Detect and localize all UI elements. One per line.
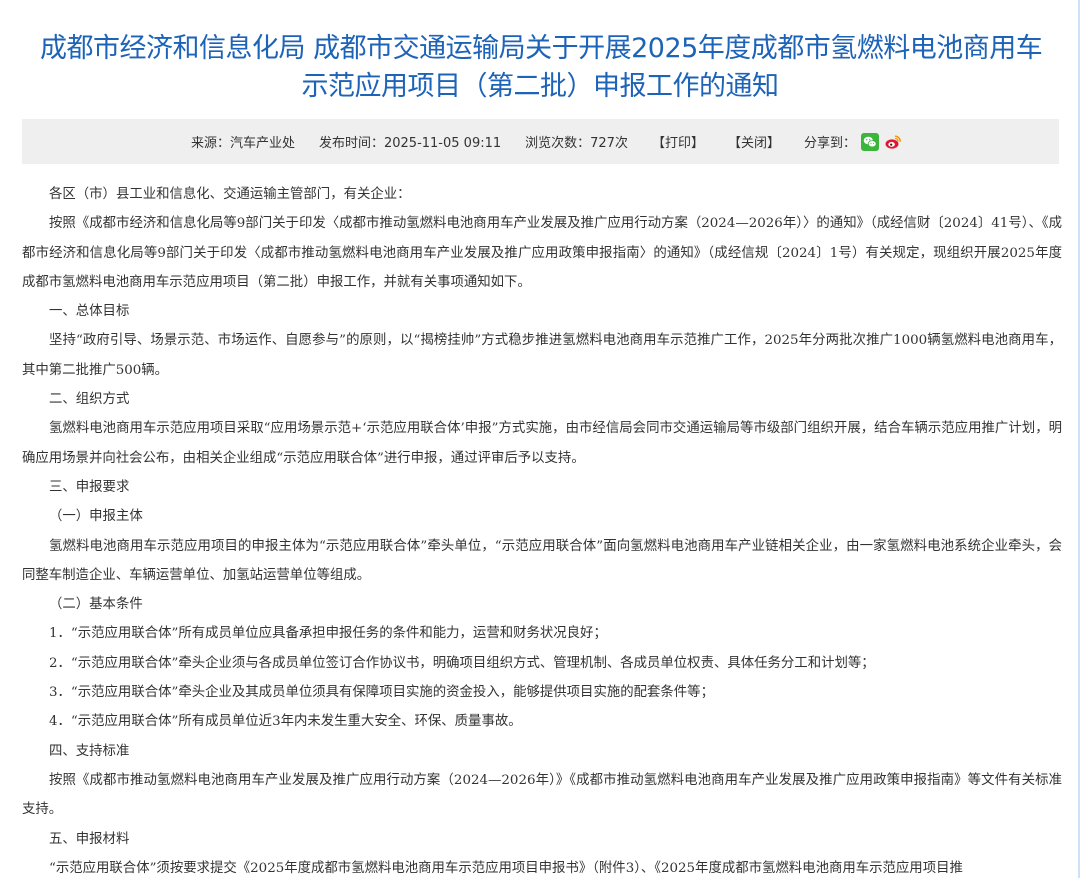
section-heading: 二、组织方式 bbox=[49, 392, 130, 408]
source-info: 来源：汽车产业处 bbox=[190, 136, 295, 151]
wechat-icon[interactable] bbox=[861, 132, 880, 151]
section-heading: 五、申报材料 bbox=[49, 831, 130, 847]
close-link[interactable]: 【关闭】 bbox=[728, 132, 780, 151]
paragraph: 各区（市）县工业和信息化、交通运输主管部门，有关企业： bbox=[49, 187, 411, 202]
list-item: 2．“示范应用联合体”牵头企业须与各成员单位签订合作协议书，明确项目组织方式、管… bbox=[49, 655, 875, 671]
title-line-2: 示范应用项目（第二批）申报工作的通知 bbox=[301, 71, 780, 102]
section-heading: 一、总体目标 bbox=[49, 304, 130, 320]
list-item: 3．“示范应用联合体”牵头企业及其成员单位须具有保障项目实施的资金投入，能够提供… bbox=[49, 685, 714, 701]
share-label: 分享到： bbox=[804, 136, 857, 151]
paragraph: 氢燃料电池商用车示范应用项目的申报主体为“示范应用联合体”牵头单位，“示范应用联… bbox=[22, 538, 1062, 583]
weibo-icon[interactable] bbox=[884, 133, 902, 151]
list-item: 4．“示范应用联合体”所有成员单位近3年内未发生重大安全、环保、质量事故。 bbox=[49, 714, 522, 730]
section-heading: 三、申报要求 bbox=[49, 479, 130, 495]
section-heading: 四、支持标准 bbox=[49, 743, 130, 759]
subsection-heading: （二）基本条件 bbox=[49, 597, 143, 613]
page-title: 成都市经济和信息化局 成都市交通运输局关于开展2025年度成都市氢燃料电池商用车… bbox=[0, 0, 1080, 106]
print-link[interactable]: 【打印】 bbox=[652, 132, 704, 151]
article-body: 各区（市）县工业和信息化、交通运输主管部门，有关企业： 按照《成都市经济和信息化… bbox=[22, 180, 1062, 883]
paragraph: “示范应用联合体”须按要求提交《2025年度成都市氢燃料电池商用车示范应用项目申… bbox=[49, 860, 963, 876]
paragraph: 氢燃料电池商用车示范应用项目采取“应用场景示范+‘示范应用联合体’申报”方式实施… bbox=[22, 421, 1062, 466]
view-count: 浏览次数：727次 bbox=[525, 136, 628, 151]
meta-bar: 来源：汽车产业处 发布时间：2025-11-05 09:11 浏览次数：727次… bbox=[22, 119, 1059, 164]
paragraph: 按照《成都市推动氢燃料电池商用车产业发展及推广应用行动方案（2024—2026年… bbox=[22, 772, 1062, 818]
subsection-heading: （一）申报主体 bbox=[49, 509, 143, 525]
share-section: 分享到： bbox=[804, 132, 902, 151]
publish-time: 发布时间：2025-11-05 09:11 bbox=[318, 136, 502, 151]
list-item: 1．“示范应用联合体”所有成员单位应具备承担申报任务的条件和能力，运营和财务状况… bbox=[49, 626, 607, 642]
paragraph: 坚持“政府引导、场景示范、市场运作、自愿参与”的原则，以“揭榜挂帅”方式稳步推进… bbox=[22, 333, 1062, 378]
paragraph: 按照《成都市经济和信息化局等9部门关于印发〈成都市推动氢燃料电池商用车产业发展及… bbox=[22, 216, 1062, 290]
title-line-1: 成都市经济和信息化局 成都市交通运输局关于开展2025年度成都市氢燃料电池商用车 bbox=[40, 33, 1043, 64]
